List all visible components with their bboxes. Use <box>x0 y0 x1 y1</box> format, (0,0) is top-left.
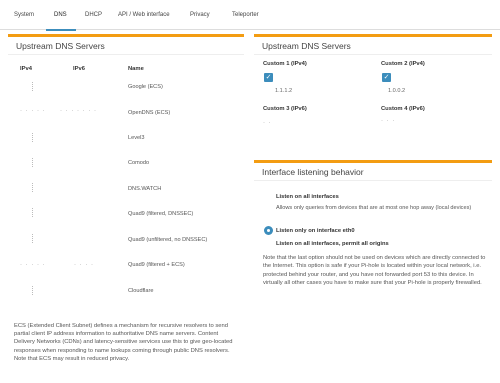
provider-name: Quad9 (unfiltered, no DNSSEC) <box>128 237 208 243</box>
option-permit-all-label[interactable]: Listen on all interfaces, permit all ori… <box>276 241 389 247</box>
custom2-input[interactable]: 1.0.0.2 <box>388 88 405 94</box>
custom2-checkbox[interactable]: ✓ <box>382 73 391 82</box>
ipv4-checkbox[interactable] <box>32 234 33 243</box>
option-eth0-label[interactable]: Listen only on interface eth0 <box>276 228 355 234</box>
custom4-label: Custom 4 (IPv6) <box>381 106 425 112</box>
ipv4-checkbox[interactable] <box>32 183 33 192</box>
box-title: Interface listening behavior <box>262 167 364 177</box>
custom2-label: Custom 2 (IPv4) <box>381 61 425 67</box>
ipv4-checkbox[interactable] <box>32 208 33 217</box>
tab-dns[interactable]: DNS <box>54 12 67 18</box>
tab-system[interactable]: System <box>14 12 34 18</box>
box-title: Upstream DNS Servers <box>262 41 351 51</box>
tab-teleporter[interactable]: Teleporter <box>232 12 259 18</box>
ipv4-checkbox[interactable]: · · · · · <box>20 262 46 268</box>
option-all-interfaces-description: Allows only queries from devices that ar… <box>276 205 472 211</box>
ipv4-checkbox[interactable] <box>32 82 33 91</box>
custom3-input[interactable]: · · <box>263 120 272 126</box>
box-title: Upstream DNS Servers <box>16 41 105 51</box>
provider-name: Quad9 (filtered, DNSSEC) <box>128 211 194 217</box>
provider-name: Level3 <box>128 135 145 141</box>
custom4-input[interactable]: · · · <box>381 118 395 124</box>
column-header-ipv4: IPv4 <box>20 66 32 72</box>
active-tab-indicator <box>46 29 76 31</box>
settings-tabs: System DNS DHCP API / Web interface Priv… <box>0 0 500 31</box>
provider-name: OpenDNS (ECS) <box>128 110 171 116</box>
provider-name: Google (ECS) <box>128 84 163 90</box>
column-header-ipv6: IPv6 <box>73 66 85 72</box>
provider-name: Quad9 (filtered + ECS) <box>128 262 185 268</box>
ecs-explanation: ECS (Extended Client Subnet) defines a m… <box>14 323 233 362</box>
provider-name: Cloudflare <box>128 288 154 294</box>
custom3-label: Custom 3 (IPv6) <box>263 106 307 112</box>
ipv4-checkbox[interactable] <box>32 133 33 142</box>
ipv4-checkbox[interactable]: · · · · · <box>20 108 46 114</box>
column-header-name: Name <box>128 66 144 72</box>
tab-privacy[interactable]: Privacy <box>190 12 210 18</box>
custom1-input[interactable]: 1.1.1.2 <box>275 88 292 94</box>
provider-name: DNS.WATCH <box>128 186 162 192</box>
divider <box>254 180 492 181</box>
custom1-label: Custom 1 (IPv4) <box>263 61 307 67</box>
interface-listening-box: Interface listening behavior <box>254 160 492 320</box>
divider <box>8 54 244 55</box>
interface-warning-note: Note that the last option should not be … <box>263 255 486 287</box>
option-all-interfaces-label[interactable]: Listen on all interfaces <box>276 194 339 200</box>
upstream-dns-servers-box: Upstream DNS Servers <box>8 34 244 316</box>
tab-api-web-interface[interactable]: API / Web interface <box>118 12 170 18</box>
ipv6-checkbox[interactable]: · · · · <box>74 262 94 268</box>
ipv4-checkbox[interactable] <box>32 286 33 295</box>
tab-dhcp[interactable]: DHCP <box>85 12 102 18</box>
provider-name: Comodo <box>128 160 150 166</box>
option-eth0-radio[interactable] <box>264 226 273 235</box>
ipv4-checkbox[interactable] <box>32 158 33 167</box>
ipv6-checkbox[interactable]: · · · · · · · <box>60 108 97 114</box>
divider <box>254 54 492 55</box>
custom1-checkbox[interactable]: ✓ <box>264 73 273 82</box>
